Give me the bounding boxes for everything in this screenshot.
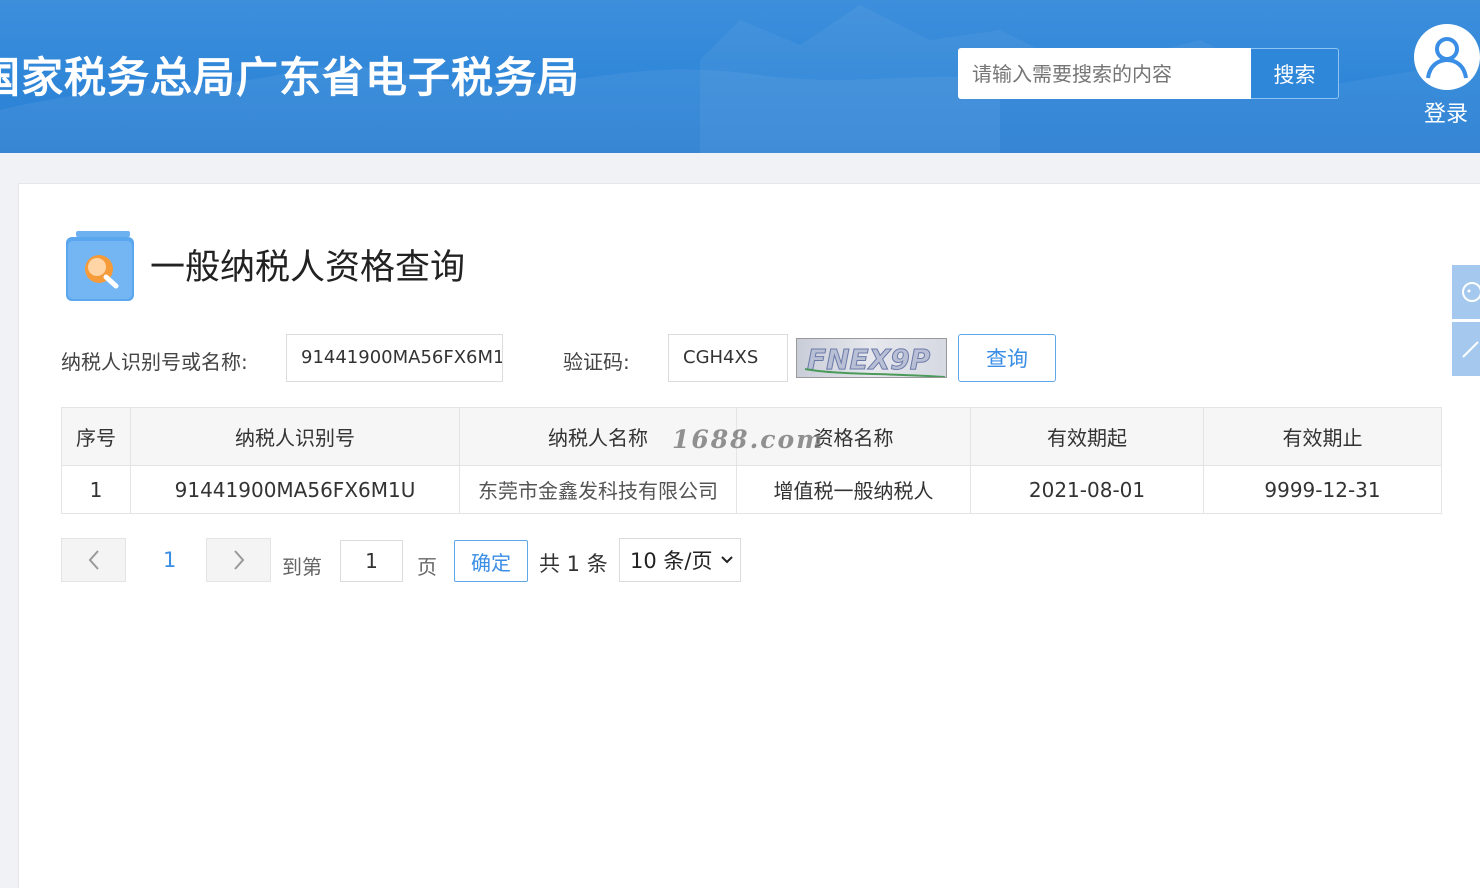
table-cell: 东莞市金鑫发科技有限公司	[459, 465, 737, 514]
next-page-button[interactable]	[206, 538, 271, 582]
table-cell: 增值税一般纳税人	[736, 465, 971, 514]
page-number[interactable]: 1	[163, 548, 176, 572]
goto-suffix: 页	[417, 555, 437, 579]
chevron-down-icon	[721, 556, 734, 564]
edit-tool-button[interactable]	[1452, 322, 1480, 376]
pagination: 1 到第 页 确定 共 1 条 10 条/页	[61, 538, 761, 582]
table-cell: 2021-08-01	[970, 465, 1204, 514]
main-card: 一般纳税人资格查询 纳税人识别号或名称: 91441900MA56FX6M1U …	[18, 183, 1480, 888]
user-icon[interactable]	[1414, 24, 1480, 90]
page-size-select[interactable]: 10 条/页	[619, 538, 741, 582]
goto-confirm-button[interactable]: 确定	[454, 540, 528, 582]
table-cell: 91441900MA56FX6M1U	[130, 465, 460, 514]
chat-tool-button[interactable]	[1452, 265, 1480, 319]
query-button[interactable]: 查询	[958, 334, 1056, 382]
login-area[interactable]: 登录	[1414, 24, 1480, 128]
page-title: 一般纳税人资格查询	[150, 248, 466, 288]
column-header: 有效期止	[1203, 407, 1442, 466]
site-title[interactable]: 国家税务总局广东省电子税务局	[0, 44, 580, 105]
prev-page-button[interactable]	[61, 538, 126, 582]
pencil-icon	[1462, 341, 1479, 358]
goto-page-input[interactable]	[340, 540, 403, 582]
chevron-right-icon	[233, 550, 244, 570]
goto-prefix: 到第	[282, 555, 322, 579]
column-header: 有效期起	[970, 407, 1204, 466]
search-document-icon	[66, 231, 134, 301]
result-table: 序号 纳税人识别号 纳税人名称 资格名称 有效期起 有效期止 1 9144190…	[61, 407, 1442, 514]
table-row: 1 91441900MA56FX6M1U 东莞市金鑫发科技有限公司 增值税一般纳…	[61, 465, 1442, 514]
site-header: 国家税务总局广东省电子税务局 搜索 登录	[0, 0, 1480, 153]
page-size-value: 10 条/页	[630, 549, 713, 573]
captcha-image[interactable]: FNEX9P	[796, 338, 947, 378]
table-cell: 1	[61, 465, 131, 514]
column-header: 纳税人识别号	[130, 407, 460, 466]
search-box: 搜索	[958, 48, 1339, 99]
taxpayer-label: 纳税人识别号或名称:	[61, 350, 248, 374]
watermark-text: 1688.com	[672, 425, 825, 454]
table-cell: 9999-12-31	[1203, 465, 1442, 514]
total-count: 共 1 条	[539, 552, 608, 576]
column-header: 序号	[61, 407, 131, 466]
captcha-input[interactable]: CGH4XS	[668, 334, 788, 382]
chevron-left-icon	[88, 550, 99, 570]
query-form: 纳税人识别号或名称: 91441900MA56FX6M1U 验证码: CGH4X…	[61, 334, 1061, 384]
captcha-label: 验证码:	[563, 350, 630, 374]
chat-icon	[1462, 282, 1480, 302]
taxpayer-input[interactable]: 91441900MA56FX6M1U	[286, 334, 503, 382]
search-button[interactable]: 搜索	[1251, 48, 1339, 99]
login-link[interactable]: 登录	[1414, 96, 1480, 128]
search-input[interactable]	[958, 48, 1251, 99]
